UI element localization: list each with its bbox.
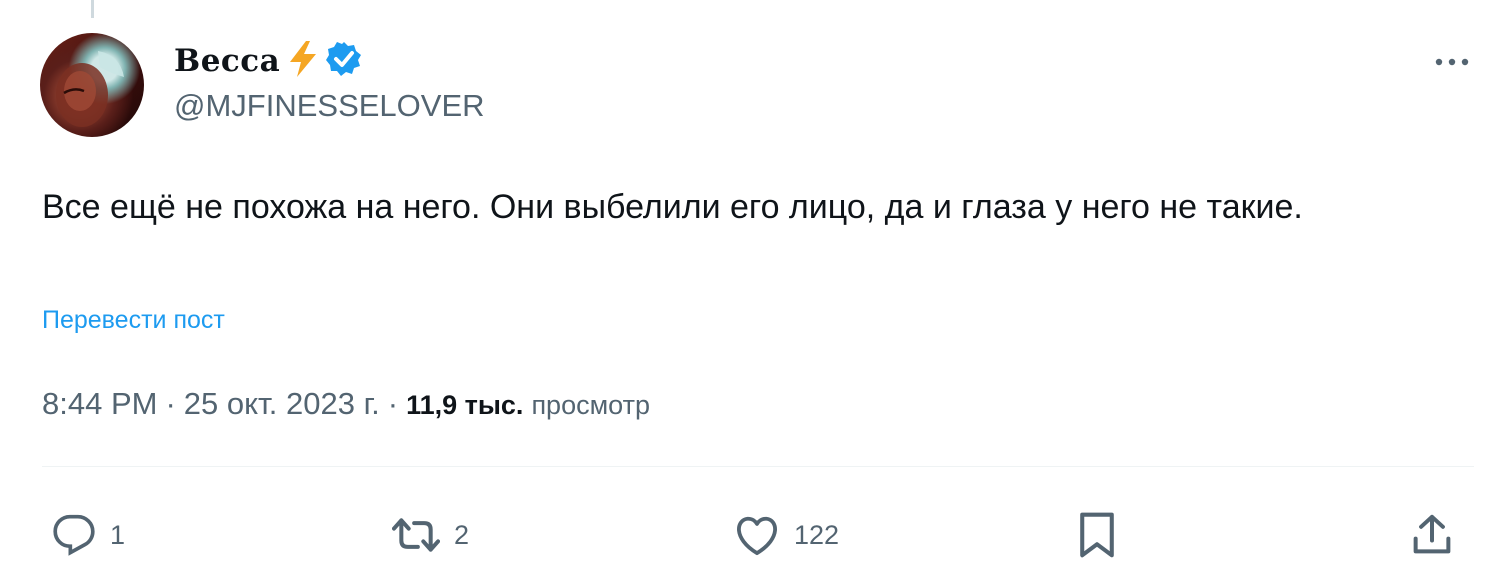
views-count[interactable]: 11,9 тыс. — [406, 390, 523, 421]
meta-separator: · — [387, 386, 399, 421]
meta-separator: · — [165, 386, 176, 421]
like-button[interactable]: 122 — [734, 510, 839, 560]
bookmark-icon — [1078, 511, 1116, 559]
tweet-text: Все ещё не похожа на него. Они выбелили … — [42, 188, 1303, 226]
author-name-row[interactable]: Becca — [174, 40, 362, 82]
views-label: просмотр — [531, 390, 650, 420]
share-button[interactable] — [1412, 510, 1452, 560]
author-handle[interactable]: @MJFINESSELOVER — [174, 88, 485, 124]
reply-count: 1 — [110, 519, 126, 550]
like-icon — [734, 514, 780, 556]
retweet-icon — [392, 513, 440, 557]
translate-link[interactable]: Перевести пост — [42, 306, 225, 335]
reply-icon — [52, 513, 96, 557]
retweet-button[interactable]: 2 — [392, 510, 469, 560]
more-icon[interactable] — [1432, 42, 1472, 82]
tweet-meta: 8:44 PM · 25 окт. 2023 г. · 11,9 тыс. пр… — [42, 386, 650, 422]
divider — [42, 466, 1474, 467]
verified-badge-icon — [326, 41, 362, 82]
retweet-count: 2 — [454, 519, 470, 550]
share-icon — [1412, 513, 1452, 557]
tweet-time[interactable]: 8:44 PM — [42, 386, 157, 422]
bookmark-button[interactable] — [1078, 510, 1116, 560]
avatar[interactable] — [40, 33, 144, 137]
lightning-emoji — [286, 40, 320, 83]
tweet-date[interactable]: 25 окт. 2023 г. — [184, 386, 380, 422]
reply-button[interactable]: 1 — [52, 510, 125, 560]
like-count: 122 — [794, 519, 840, 550]
avatar-image — [56, 51, 124, 127]
author-name[interactable]: Becca — [174, 43, 280, 79]
thread-line — [91, 0, 94, 18]
